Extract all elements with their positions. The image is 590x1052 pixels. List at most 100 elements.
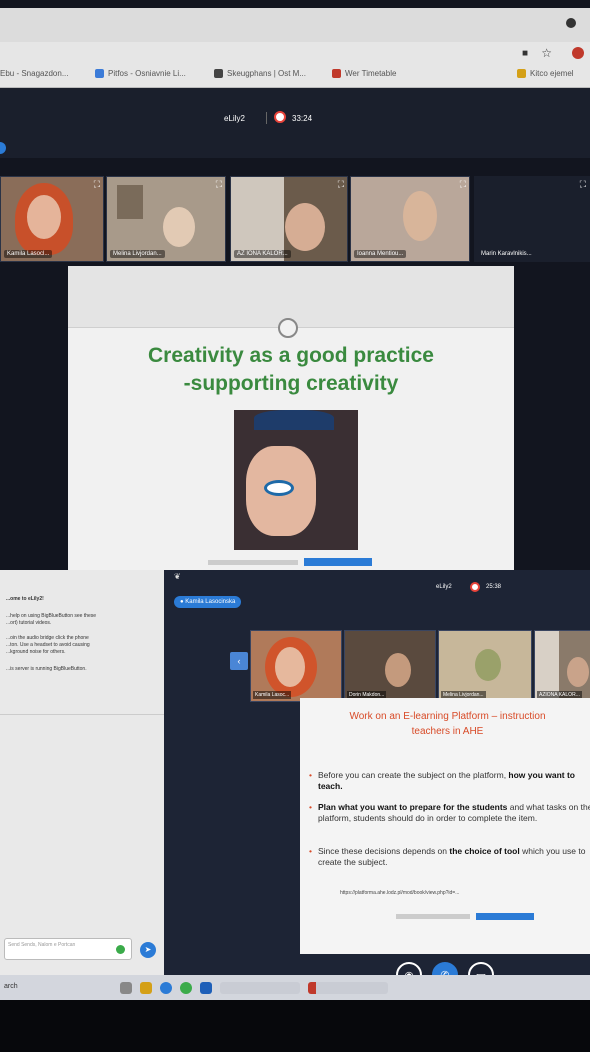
slide-bullet-2: Plan what you want to prepare for the st… <box>309 802 590 824</box>
task-view-icon[interactable] <box>120 982 132 994</box>
participant-face <box>403 191 437 241</box>
chat-message: ...ome to eLily2! <box>6 596 44 602</box>
participant-face <box>163 207 195 247</box>
chat-message: ...help on using BigBlueButton see these <box>6 613 97 619</box>
bookmark-icon <box>95 68 104 78</box>
eye-shape <box>264 480 294 496</box>
browser-tabstrip <box>0 8 590 42</box>
desk-surface <box>0 1000 590 1052</box>
bookmark-1[interactable]: Ebu - Snagazdon... <box>0 66 69 80</box>
participant-name: Ioanna Mentiou... <box>354 250 407 258</box>
recording-icon[interactable] <box>470 582 480 592</box>
expand-icon[interactable]: ⛶ <box>216 179 222 190</box>
bookmark-4[interactable]: Wer Timetable <box>332 66 396 80</box>
emoji-icon[interactable] <box>116 945 125 954</box>
taskbar-window-1[interactable] <box>220 982 300 994</box>
video-tile-4[interactable]: ⛶ Ioanna Mentiou... <box>350 176 470 262</box>
browser-menu-dot-icon[interactable] <box>566 18 576 28</box>
recording-timer: 25:38 <box>486 584 502 590</box>
slide-link[interactable]: https://platforma.ahe.lodz.pl/mod/book/v… <box>340 890 459 896</box>
expand-icon[interactable]: ⛶ <box>94 179 100 190</box>
chat-message: ...ort) tutorial videos. <box>6 620 52 626</box>
video-tile-1[interactable]: Kamila Lasoc... <box>250 630 342 702</box>
recording-timer: 33:24 <box>292 114 313 123</box>
bookmark-2[interactable]: Pitfos - Osniavnie Li... <box>95 66 186 80</box>
chrome-browser-icon[interactable] <box>180 982 192 994</box>
participant-face <box>27 195 61 239</box>
file-explorer-icon[interactable] <box>140 982 152 994</box>
presenter-tag[interactable]: ● Kamila Lasocinska <box>174 596 242 608</box>
taskbar-window-2[interactable] <box>308 982 388 994</box>
slide-nav-button[interactable] <box>476 913 534 920</box>
expand-icon[interactable]: ⛶ <box>338 179 344 190</box>
background-picture <box>117 185 143 219</box>
chat-message: ...kground noise for others. <box>6 649 66 655</box>
chat-input-placeholder: Send Sends, Nalom e Portcan <box>8 942 76 948</box>
participant-name: Kamila Lasoc... <box>253 691 292 699</box>
folder-icon <box>517 68 526 78</box>
video-tile-3[interactable]: ⛶ AZ IONA KALOR... <box>230 176 348 262</box>
participant-face <box>275 647 305 687</box>
bookmark-icon <box>214 68 223 78</box>
expand-icon[interactable]: ⛶ <box>460 179 466 190</box>
users-icon[interactable]: ❦ <box>174 572 181 581</box>
bookmark-3[interactable]: Skeugphans | Ost M... <box>214 66 306 80</box>
bottom-screen-photo: ...ome to eLily2! ...help on using BigBl… <box>0 570 590 1000</box>
send-message-icon[interactable]: ➤ <box>140 942 156 958</box>
slide-title-line1: Creativity as a good practice <box>148 344 434 367</box>
slide-title-line2: teachers in AHE <box>411 726 484 737</box>
extensions-icon[interactable]: ■ <box>522 48 528 59</box>
video-tile-5[interactable]: ⛶ Marin Karavlnikis... <box>474 176 590 262</box>
search-label[interactable]: arch <box>4 983 18 990</box>
bookmark-icon <box>332 68 341 78</box>
participant-name: Melina Livjordan... <box>110 250 165 258</box>
meeting-header: eLily2 33:24 <box>0 88 590 158</box>
slide-nav-bar <box>208 560 298 565</box>
participant-face <box>385 653 411 687</box>
slide-nav-button[interactable] <box>304 558 372 566</box>
star-bookmark-icon[interactable]: ☆ <box>541 46 552 60</box>
participant-name: AZ IONA KALOR... <box>234 250 291 258</box>
presentation-slide: Creativity as a good practice -supportin… <box>68 266 514 572</box>
divider <box>266 112 267 124</box>
chat-input[interactable]: Send Sends, Nalom e Portcan <box>4 938 132 960</box>
participant-face <box>567 657 589 687</box>
video-tile-2[interactable]: Dorin Makdon... <box>344 630 436 702</box>
browser-bookmarks-bar: ■ ☆ Ebu - Snagazdon... Pitfos - Osniavni… <box>0 42 590 88</box>
video-tile-1[interactable]: ⛶ Kamila Lasocl... <box>0 176 104 262</box>
cursor-ring-icon <box>278 318 298 338</box>
slide-bullet-3: Since these decisions depends on the cho… <box>309 846 590 868</box>
slide-title-line2: -supporting creativity <box>183 372 399 395</box>
meeting-title: eLily2 <box>224 114 245 123</box>
app-icon[interactable] <box>200 982 212 994</box>
participant-name: Marin Karavlnikis... <box>481 251 532 257</box>
slide-title-line1: Work on an E-learning Platform – instruc… <box>349 711 546 722</box>
collapse-arrow-icon[interactable]: ‹ <box>230 652 248 670</box>
edge-browser-icon[interactable] <box>160 982 172 994</box>
video-tile-4[interactable]: AZIONA KALOR... <box>534 630 590 702</box>
chat-top-spacer <box>0 570 164 596</box>
hat-shape <box>254 410 334 430</box>
top-screen-photo: ■ ☆ Ebu - Snagazdon... Pitfos - Osniavni… <box>0 0 590 575</box>
presenter-name: Kamila Lasocinska <box>185 599 236 605</box>
slide-image <box>234 410 358 550</box>
windows-taskbar: arch <box>0 975 590 1000</box>
recording-icon[interactable] <box>274 111 286 123</box>
presentation-slide: Work on an E-learning Platform – instruc… <box>300 698 590 954</box>
users-toggle-icon[interactable] <box>0 142 6 154</box>
meeting-title: eLily2 <box>436 584 452 590</box>
video-tile-3[interactable]: Melina Livjordan... <box>438 630 532 702</box>
chat-divider <box>0 714 164 715</box>
chat-message: ...ton. Use a headset to avoid causing <box>6 642 90 648</box>
participant-face <box>285 203 325 251</box>
chat-message: ...is server is running BigBlueButton. <box>6 666 87 672</box>
bookmark-5[interactable]: Kitco ejemel <box>517 66 574 80</box>
participant-face <box>475 649 501 681</box>
chat-panel: ...ome to eLily2! ...help on using BigBl… <box>0 570 164 980</box>
profile-icon[interactable] <box>572 47 584 59</box>
video-tile-2[interactable]: ⛶ Melina Livjordan... <box>106 176 226 262</box>
chat-message: ...oin the audio bridge click the phone <box>6 635 89 641</box>
slide-bullet-1: Before you can create the subject on the… <box>309 770 590 792</box>
expand-icon[interactable]: ⛶ <box>580 179 586 190</box>
participant-name: Kamila Lasocl... <box>4 250 53 258</box>
